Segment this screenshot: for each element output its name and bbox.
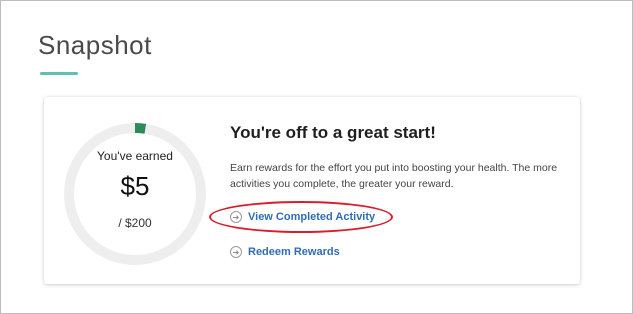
view-completed-activity-link[interactable]: ➜ View Completed Activity xyxy=(230,211,375,223)
description: Earn rewards for the effort you put into… xyxy=(230,162,558,190)
redeem-rewards-label: Redeem Rewards xyxy=(248,246,340,258)
earned-label: You've earned xyxy=(97,149,173,163)
circle-arrow-right-icon: ➜ xyxy=(230,211,242,223)
earned-amount: $5 xyxy=(120,171,150,201)
circle-arrow-right-icon: ➜ xyxy=(230,246,242,258)
title-underline xyxy=(40,72,78,75)
page-title: Snapshot xyxy=(38,30,152,60)
view-completed-activity-label: View Completed Activity xyxy=(248,211,376,223)
earnings-goal: / $200 xyxy=(118,216,152,230)
headline: You're off to a great start! xyxy=(230,123,436,142)
redeem-rewards-link[interactable]: ➜ Redeem Rewards xyxy=(230,246,340,258)
rewards-card: You've earned $5 / $200 You're off to a … xyxy=(44,97,580,284)
